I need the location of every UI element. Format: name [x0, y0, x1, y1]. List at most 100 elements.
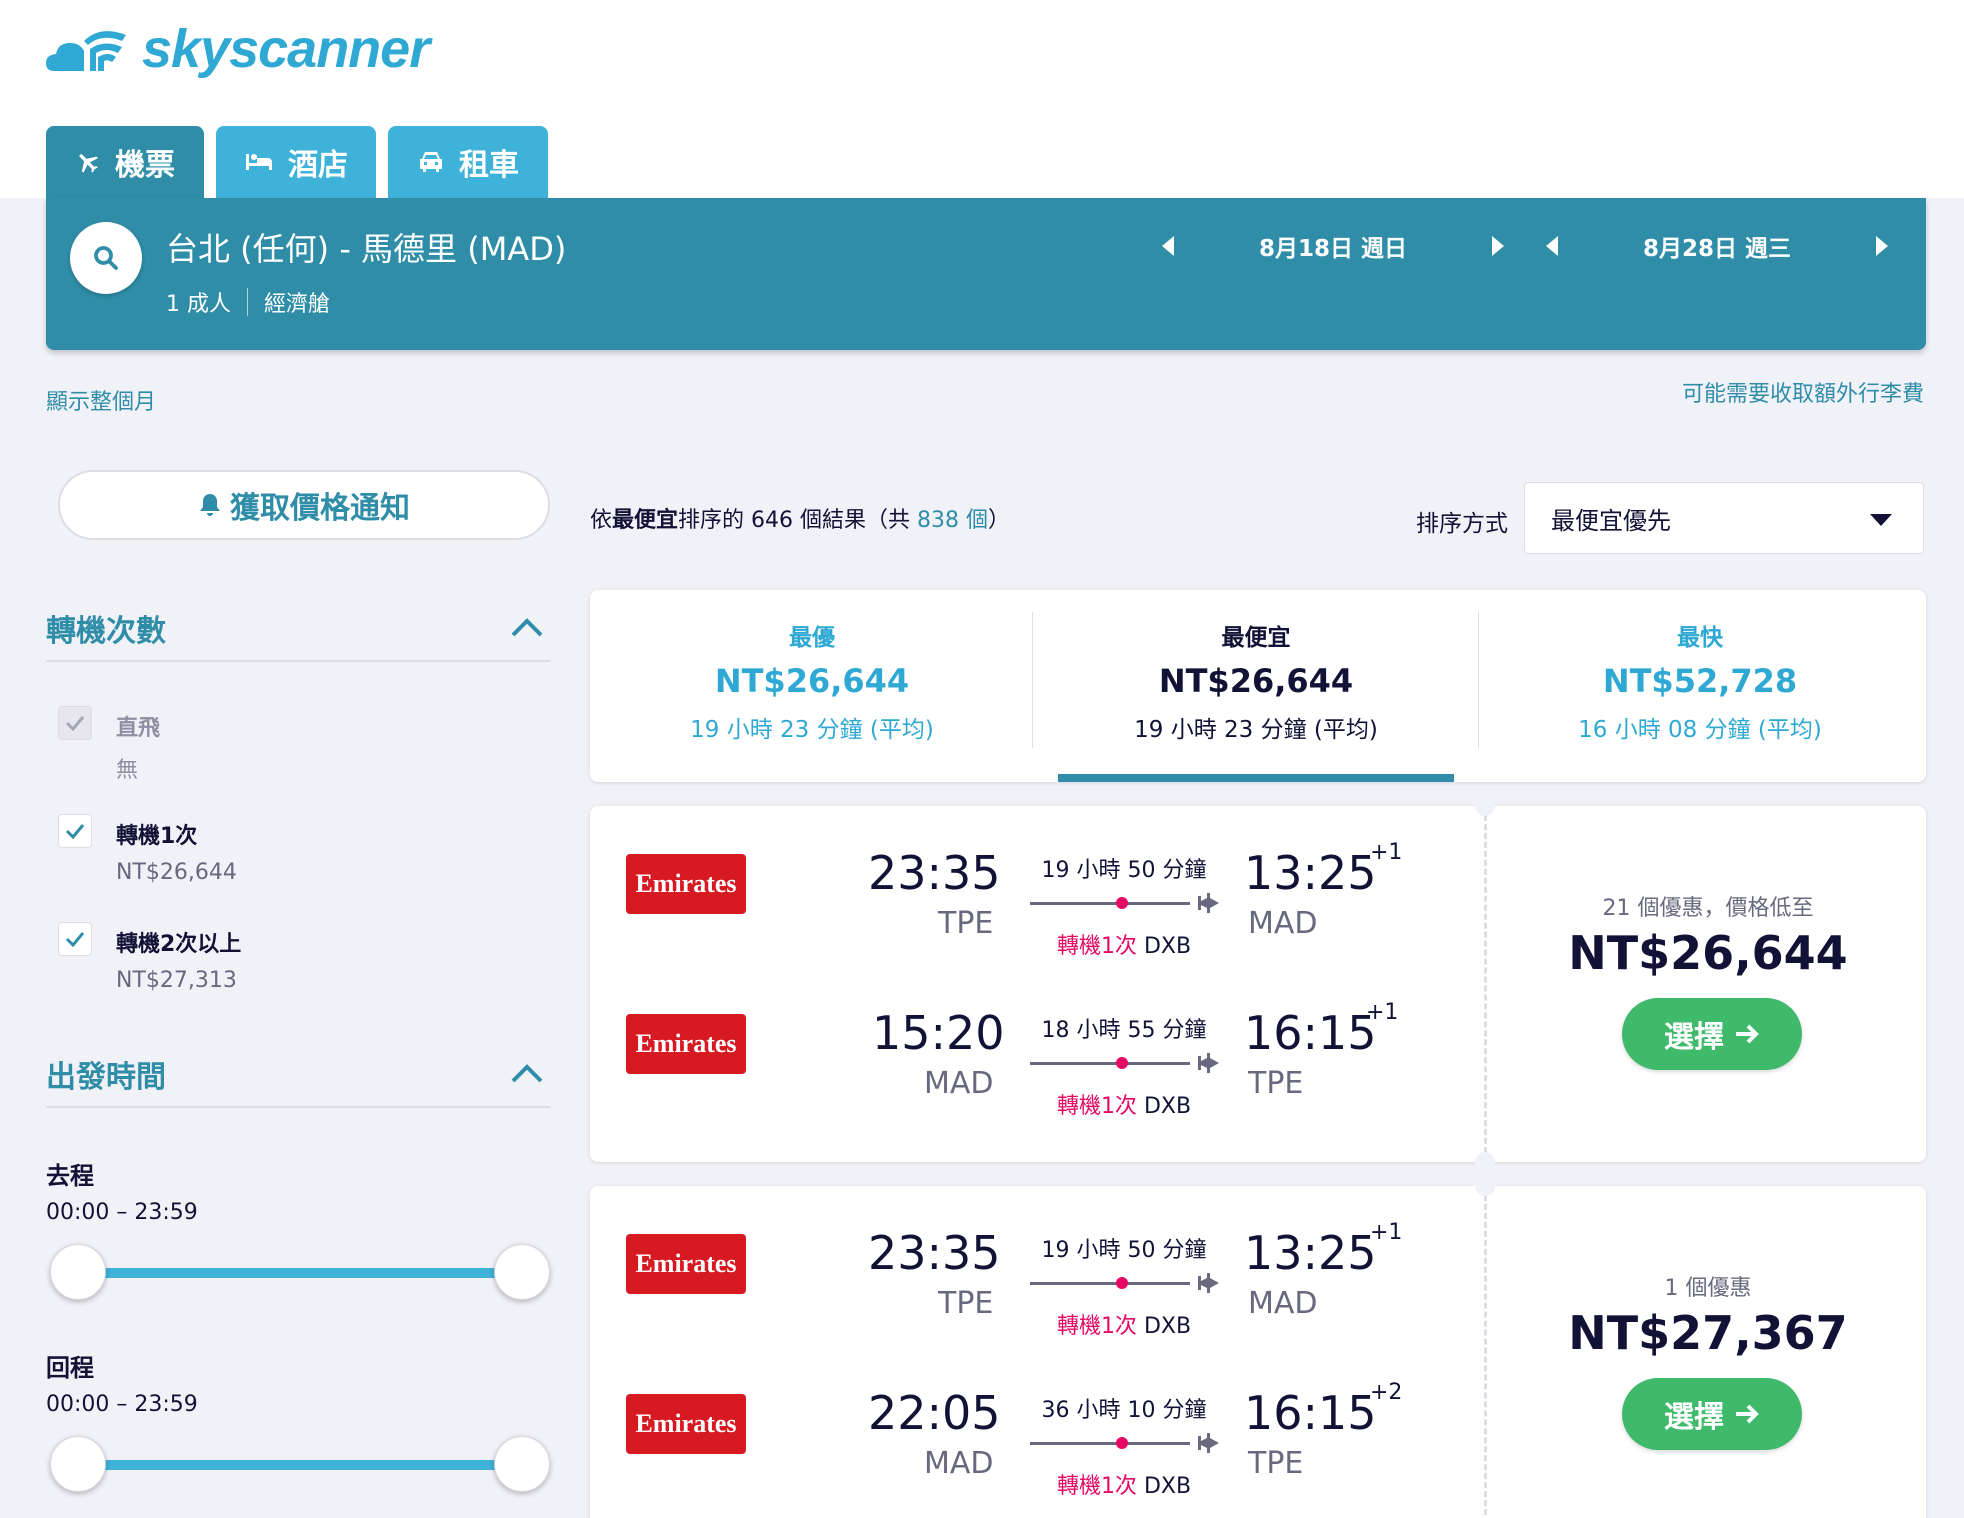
slider-min-handle[interactable] — [50, 1244, 106, 1300]
return-prev-button[interactable] — [1532, 222, 1572, 270]
summary-cheapest-title: 最便宜 — [1221, 625, 1291, 651]
return-label: 回程 — [46, 1354, 94, 1382]
check-icon — [65, 716, 85, 731]
stop-dot — [1116, 1057, 1128, 1069]
stops-direct-price: 無 — [116, 758, 139, 783]
return-next-button[interactable] — [1862, 222, 1902, 270]
car-icon — [420, 152, 442, 172]
arrival-airport: TPE — [1248, 1446, 1304, 1481]
stop-dot — [1116, 1277, 1128, 1289]
select-button[interactable]: 選擇 — [1622, 998, 1802, 1070]
stops-count: 轉機1次 — [1056, 934, 1137, 959]
results-total-link[interactable]: 838 個 — [917, 508, 988, 533]
stop-airport: DXB — [1143, 934, 1192, 959]
results-prefix: 依 — [590, 508, 613, 533]
slider-track — [78, 1460, 522, 1470]
route-text: 台北 (任何) - 馬德里 (MAD) — [166, 230, 567, 268]
day-offset: +1 — [1370, 840, 1403, 865]
airline-logo: Emirates — [626, 1234, 746, 1294]
return-date[interactable]: 8月28日 週三 — [1572, 229, 1862, 263]
slider-max-handle[interactable] — [494, 1436, 550, 1492]
search-icon — [94, 246, 118, 270]
depart-prev-button[interactable] — [1148, 222, 1188, 270]
return-range: 00:00 – 23:59 — [46, 1392, 198, 1417]
departure-airport: MAD — [924, 1446, 994, 1481]
flight-duration: 19 小時 50 分鐘 — [1041, 1238, 1207, 1263]
slider-max-handle[interactable] — [494, 1244, 550, 1300]
triangle-left-icon — [1546, 236, 1558, 256]
plane-icon — [1198, 1273, 1219, 1293]
tab-flights[interactable]: 機票 — [46, 126, 204, 198]
tab-hotels[interactable]: 酒店 — [216, 126, 376, 198]
departure-time: 22:05 — [868, 1386, 1001, 1440]
flight-path-line — [1030, 1057, 1190, 1069]
bed-icon — [246, 154, 272, 170]
summary-fastest-tab[interactable]: 最快 NT$52,728 16 小時 08 分鐘 (平均) — [1478, 590, 1922, 782]
caret-down-icon — [1870, 514, 1892, 526]
divider — [1484, 806, 1487, 1162]
plane-icon — [1198, 1053, 1219, 1073]
summary-best-price: NT$26,644 — [714, 662, 910, 700]
stops-filter-title[interactable]: 轉機次數 — [46, 606, 166, 650]
arrow-right-icon — [1736, 1024, 1759, 1044]
summary-fastest-price: NT$52,728 — [1602, 662, 1798, 700]
summary-best-title: 最優 — [789, 625, 835, 651]
slider-track — [78, 1268, 522, 1278]
depart-next-button[interactable] — [1478, 222, 1518, 270]
stops-collapse-button[interactable] — [510, 616, 544, 642]
divider — [1032, 612, 1033, 748]
sort-label: 排序方式 — [1416, 511, 1508, 537]
day-offset: +2 — [1370, 1380, 1403, 1405]
depart-date[interactable]: 8月18日 週日 — [1188, 229, 1478, 263]
bell-icon — [200, 494, 220, 516]
flight-path-line — [1030, 897, 1190, 909]
depart-date-control: 8月18日 週日 — [1148, 222, 1518, 270]
show-whole-month-link[interactable]: 顯示整個月 — [46, 384, 156, 416]
tab-car-hire[interactable]: 租車 — [388, 126, 548, 198]
sort-select[interactable]: 最便宜優先 — [1524, 482, 1924, 554]
summary-fastest-duration: 16 小時 08 分鐘 (平均) — [1578, 717, 1822, 743]
outbound-range: 00:00 – 23:59 — [46, 1200, 198, 1225]
return-date-control: 8月28日 週三 — [1532, 222, 1902, 270]
select-button[interactable]: 選擇 — [1622, 1378, 1802, 1450]
stops-direct-checkbox[interactable] — [58, 706, 92, 740]
stops-two-plus-label: 轉機2次以上 — [116, 932, 242, 957]
deal-count: 1 個優惠 — [1664, 1276, 1752, 1301]
triangle-right-icon — [1492, 236, 1504, 256]
slider-min-handle[interactable] — [50, 1436, 106, 1492]
stop-airport: DXB — [1143, 1474, 1192, 1499]
stops-info: 轉機1次 DXB — [1034, 1088, 1214, 1120]
search-summary-bar[interactable]: 台北 (任何) - 馬德里 (MAD) 1 成人 經濟艙 8月18日 週日 8月… — [46, 198, 1926, 350]
result-card[interactable]: Emirates 23:35 TPE 19 小時 50 分鐘 轉機1次 DXB … — [590, 796, 1926, 1172]
stops-direct-label: 直飛 — [116, 716, 161, 741]
outbound-time-slider[interactable] — [50, 1242, 550, 1302]
summary-cheapest-tab[interactable]: 最便宜 NT$26,644 19 小時 23 分鐘 (平均) — [1034, 590, 1478, 782]
result-card[interactable]: Emirates 23:35 TPE 19 小時 50 分鐘 轉機1次 DXB … — [590, 1176, 1926, 1518]
edit-search-button[interactable] — [70, 222, 142, 294]
stops-one-label: 轉機1次 — [116, 824, 198, 849]
skyscanner-logo[interactable]: skyscanner — [44, 18, 430, 80]
top-bar: skyscanner 機票 酒店 租車 — [0, 0, 1964, 198]
summary-best-tab[interactable]: 最優 NT$26,644 19 小時 23 分鐘 (平均) — [590, 590, 1034, 782]
day-offset: +1 — [1366, 1000, 1399, 1025]
stops-info: 轉機1次 DXB — [1034, 928, 1214, 960]
plane-icon — [1198, 1433, 1219, 1453]
price-alert-button[interactable]: 獲取價格通知 — [58, 470, 550, 540]
arrow-right-icon — [1736, 1404, 1759, 1424]
stop-airport: DXB — [1143, 1314, 1192, 1339]
day-offset: +1 — [1370, 1220, 1403, 1245]
stop-airport: DXB — [1143, 1094, 1192, 1119]
return-time-slider[interactable] — [50, 1434, 550, 1494]
triangle-left-icon — [1162, 236, 1174, 256]
stops-one-price: NT$26,644 — [116, 860, 237, 885]
stops-two-plus-checkbox[interactable] — [58, 922, 92, 956]
arrival-airport: MAD — [1248, 1286, 1318, 1321]
flight-duration: 36 小時 10 分鐘 — [1041, 1398, 1207, 1423]
results-middle: 排序的 646 個結果（共 — [678, 508, 918, 533]
depart-time-filter-title[interactable]: 出發時間 — [46, 1052, 166, 1096]
cabin-text: 經濟艙 — [264, 292, 331, 317]
stops-two-plus-price: NT$27,313 — [116, 968, 237, 993]
baggage-fee-link[interactable]: 可能需要收取額外行李費 — [1682, 376, 1924, 408]
depart-time-collapse-button[interactable] — [510, 1062, 544, 1088]
stops-one-checkbox[interactable] — [58, 814, 92, 848]
